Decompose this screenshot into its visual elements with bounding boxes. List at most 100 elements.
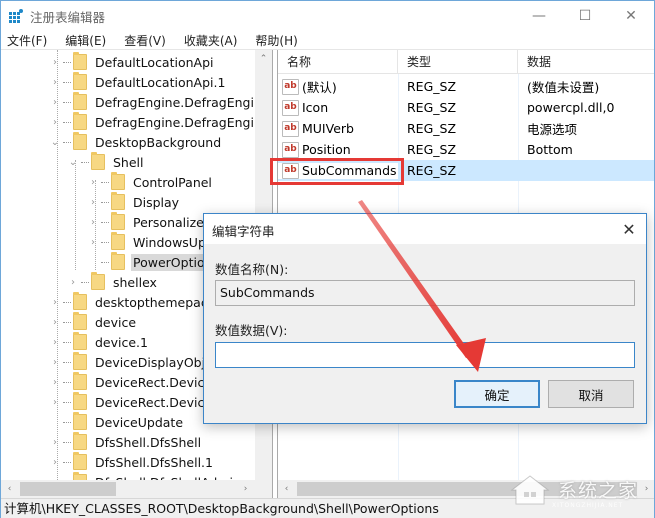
collapse-chevron-icon[interactable]: ⌄ [49,137,61,148]
value-name-cell: ab MUIVerb [278,120,398,137]
tree-item[interactable]: › device [49,312,138,332]
menu-view[interactable]: 查看(V) [122,32,168,49]
tree-item[interactable]: › DeviceDisplayObject [49,352,227,372]
menu-file[interactable]: 文件(F) [5,32,49,49]
tree-item[interactable]: PowerOptions [87,252,222,272]
expand-chevron-icon[interactable]: › [49,397,61,408]
value-row[interactable]: ab (默认) REG_SZ (数值未设置) [278,76,654,97]
tree-item[interactable]: ›DfsShell.DfsShellAdmin [49,472,243,480]
value-row[interactable]: ab MUIVerb REG_SZ 电源选项 [278,118,654,139]
tree-item[interactable]: › DfsShell.DfsShell.1 [49,452,215,472]
folder-icon [91,152,105,170]
string-value-icon: ab [282,120,299,137]
scroll-left-icon[interactable]: ‹ [278,480,295,497]
expand-chevron-icon[interactable]: › [49,337,61,348]
tree-item[interactable]: › Display [87,192,181,212]
tree-item-label: DesktopBackground [95,134,222,150]
folder-icon [111,172,125,190]
maximize-button[interactable]: ☐ [562,1,608,31]
value-data-cell: (数值未设置) [527,80,600,95]
value-name: MUIVerb [302,121,354,136]
tree-item[interactable]: › Personalize [87,212,206,232]
folder-icon [73,72,87,90]
tree-connector [63,81,71,83]
value-name-cell: ab Position [278,141,398,158]
tree-item[interactable]: › DefragEngine.DefragEngine.1 [49,112,255,132]
expand-chevron-icon[interactable]: › [49,357,61,368]
value-type-cell: REG_SZ [407,100,457,115]
minimize-button[interactable]: — [516,1,562,31]
expand-chevron-icon[interactable]: › [49,317,61,328]
tree-item-label: Display [133,194,180,210]
tree-item[interactable]: › shellex [67,272,159,292]
list-horizontal-scrollbar[interactable]: ‹ › [278,480,654,498]
tree-connector [63,361,71,363]
tree-scroll-thumb[interactable] [20,482,116,496]
ok-button[interactable]: 确定 [454,380,540,408]
tree-guide-line [57,50,58,480]
tree-item[interactable]: › DfsShell.DfsShell [49,432,203,452]
tree-item[interactable]: › DefaultLocationApi.1 [49,72,227,92]
collapse-chevron-icon[interactable]: ⌄ [67,157,79,168]
folder-icon [73,372,87,390]
folder-icon [73,412,87,430]
column-header-name[interactable]: 名称 [278,50,398,74]
expand-chevron-icon[interactable]: › [49,57,61,68]
expand-chevron-icon[interactable]: › [67,277,79,288]
menu-edit[interactable]: 编辑(E) [63,32,108,49]
value-row[interactable]: ab Icon REG_SZ powercpl.dll,0 [278,97,654,118]
dialog-title-bar: 编辑字符串 ✕ [204,214,646,244]
close-icon: ✕ [625,8,637,24]
tree-item[interactable]: › device.1 [49,332,150,352]
value-row[interactable]: ab Position REG_SZ Bottom [278,139,654,160]
expand-chevron-icon[interactable]: › [49,437,61,448]
value-name: Icon [302,100,329,115]
cancel-button[interactable]: 取消 [548,380,634,408]
expand-chevron-icon[interactable]: › [49,117,61,128]
folder-icon [73,132,87,150]
folder-icon [73,432,87,450]
expand-chevron-icon[interactable]: › [87,237,99,248]
expand-chevron-icon[interactable]: › [87,177,99,188]
tree-connector [63,321,71,323]
scroll-right-icon[interactable]: › [237,480,254,497]
menu-favorites[interactable]: 收藏夹(A) [182,32,240,49]
tree-horizontal-scrollbar[interactable]: ‹ › [1,480,272,498]
expand-chevron-icon[interactable]: › [49,297,61,308]
scroll-right-icon[interactable]: › [638,480,654,497]
tree-guide-line [75,160,76,270]
folder-icon [73,292,87,310]
folder-icon [73,92,87,110]
tree-connector [63,381,71,383]
tree-item-label: Personalize [133,214,204,230]
column-header-type[interactable]: 类型 [398,50,518,74]
close-button[interactable]: ✕ [608,1,654,31]
value-name: SubCommands [302,163,397,178]
tree-item[interactable]: ⌄ DesktopBackground [49,132,223,152]
scroll-up-icon[interactable]: ⌃ [255,50,272,67]
tree-item[interactable]: ⌄ Shell [67,152,146,172]
value-row[interactable]: ab SubCommands REG_SZ [278,160,654,181]
value-data-input[interactable] [215,342,635,368]
expand-chevron-icon[interactable]: › [49,77,61,88]
tree-item-label: DfsShell.DfsShell.1 [95,454,213,470]
close-icon: ✕ [622,219,636,239]
folder-icon [73,312,87,330]
tree-item[interactable]: DeviceUpdate [49,412,185,432]
menu-help[interactable]: 帮助(H) [253,32,299,49]
expand-chevron-icon[interactable]: › [49,377,61,388]
expand-chevron-icon[interactable]: › [87,217,99,228]
tree-connector [63,301,71,303]
tree-item[interactable]: › ControlPanel [87,172,214,192]
expand-chevron-icon[interactable]: › [87,197,99,208]
list-scroll-thumb[interactable] [297,482,637,496]
tree-item-label: shellex [113,274,157,290]
scroll-left-icon[interactable]: ‹ [1,480,18,497]
column-header-data[interactable]: 数据 [518,50,654,74]
expand-chevron-icon[interactable]: › [49,97,61,108]
tree-item[interactable]: › DefaultLocationApi [49,52,216,72]
dialog-close-button[interactable]: ✕ [618,218,640,240]
expand-chevron-icon[interactable]: › [49,457,61,468]
tree-item[interactable]: › DefragEngine.DefragEngine [49,92,255,112]
window-title: 注册表编辑器 [30,10,106,25]
